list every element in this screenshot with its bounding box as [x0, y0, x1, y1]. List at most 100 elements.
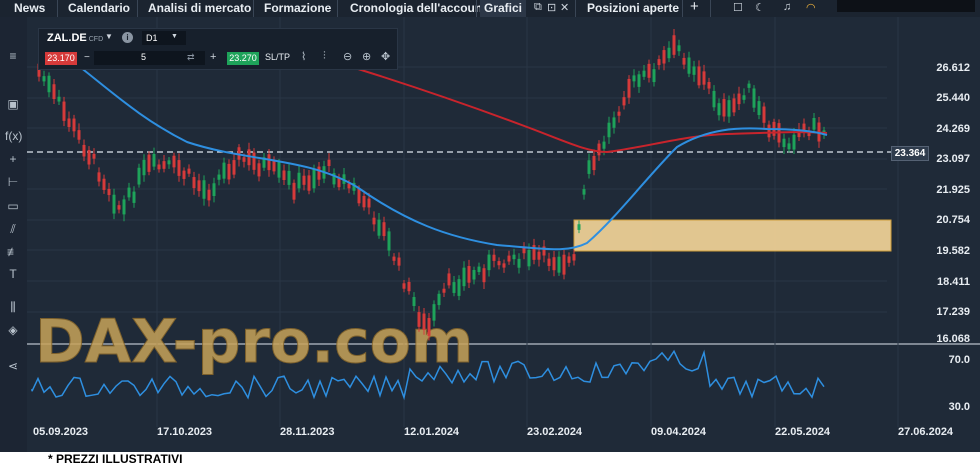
share-icon[interactable]: ⋖ [5, 359, 21, 373]
trade-toolbar: ZAL.DE CFD ▼ i D1 ▼ 23.170 − 5 ⇄ + 23.270… [38, 28, 398, 70]
candle-body [317, 166, 321, 180]
buy-button[interactable]: 23.270 [227, 52, 259, 65]
line-chart-icon[interactable]: ⌇ [301, 50, 306, 63]
tab-formazione[interactable]: Formazione [264, 1, 331, 15]
symbol-selector[interactable]: ZAL.DE CFD [47, 32, 103, 44]
detach-icon[interactable]: ⊡ [547, 1, 556, 14]
sell-button[interactable]: 23.170 [45, 52, 77, 65]
increase-quantity-button[interactable]: + [210, 51, 216, 63]
candle-body [677, 45, 681, 52]
tab-separator [57, 0, 58, 17]
tab-separator [253, 0, 254, 17]
crosshair-icon[interactable]: + [5, 152, 21, 166]
candle-body [152, 153, 156, 167]
tab-cronologia-account[interactable]: Cronologia dell'account [350, 1, 486, 15]
date-axis-label: 27.06.2024 [898, 426, 954, 438]
candle-body [137, 167, 141, 185]
text-tool-icon[interactable]: T [5, 267, 21, 281]
candle-body [742, 95, 746, 100]
rectangle-tool-icon[interactable]: ▭ [5, 199, 21, 213]
candle-body [662, 50, 666, 64]
candle-body [282, 170, 286, 180]
candle-body [127, 187, 131, 198]
close-icon[interactable]: ✕ [560, 1, 569, 14]
date-axis-label: 12.01.2024 [404, 426, 460, 438]
candle-body [732, 98, 736, 113]
candle-body [497, 261, 501, 266]
candle-body [617, 111, 621, 116]
candle-body [557, 256, 561, 273]
screen-icon[interactable]: ▣ [5, 97, 21, 111]
candle-body [192, 177, 196, 189]
price-axis-label: 23.097 [936, 153, 970, 165]
tab-analisi-di-mercato[interactable]: Analisi di mercato [148, 1, 251, 15]
candle-body [67, 118, 71, 127]
candle-body [72, 118, 76, 132]
candle-icon[interactable]: ⫶ [323, 50, 326, 63]
candle-body [507, 255, 511, 262]
tab-grafici[interactable]: Grafici [480, 0, 527, 17]
candle-body [697, 66, 701, 86]
zoom-out-icon[interactable]: ⊖ [343, 50, 352, 63]
tab-calendario[interactable]: Calendario [68, 1, 130, 15]
price-axis-label: 19.582 [936, 245, 970, 257]
candle-body [307, 175, 311, 191]
move-icon[interactable]: ✥ [381, 50, 390, 63]
reset-icon[interactable]: ⇄ [187, 52, 195, 63]
candle-body [57, 96, 61, 102]
candle-body [682, 57, 686, 65]
indicator-icon[interactable]: ⫼ [5, 300, 21, 314]
candle-body [197, 180, 201, 192]
candle-body [717, 103, 721, 116]
function-icon[interactable]: f(x) [5, 129, 22, 143]
price-axis-label: 20.754 [936, 214, 970, 226]
line-tool-icon[interactable]: ⊢ [5, 175, 21, 189]
channel-tool-icon[interactable]: ⫽ [5, 222, 21, 236]
chevron-down-icon[interactable]: ▼ [105, 32, 113, 41]
account-panel[interactable] [837, 0, 975, 12]
candle-body [222, 162, 226, 179]
candle-body [587, 160, 591, 174]
candle-body [577, 224, 581, 230]
date-axis-label: 17.10.2023 [157, 426, 213, 438]
add-tab-button[interactable]: + [690, 0, 699, 15]
tab-posizioni-aperte[interactable]: Posizioni aperte [587, 1, 679, 15]
timeframe-selector[interactable]: D1 [142, 31, 186, 45]
candle-body [672, 35, 676, 55]
fibonacci-icon[interactable]: ≢ [5, 245, 21, 259]
candle-body [157, 164, 161, 170]
window-icon[interactable]: ⧉ [534, 1, 542, 14]
candle-body [607, 122, 611, 138]
candle-body [87, 150, 91, 165]
candle-body [477, 266, 481, 273]
candle-body [142, 159, 146, 176]
layers-icon[interactable]: ◈ [5, 323, 21, 337]
tab-news[interactable]: News [14, 1, 45, 15]
candle-body [187, 168, 191, 174]
info-icon[interactable]: i [122, 32, 133, 43]
menu-icon[interactable]: ≡ [5, 49, 21, 63]
sltp-button[interactable]: SL/TP [265, 52, 290, 62]
candle-body [242, 157, 246, 162]
decrease-quantity-button[interactable]: − [84, 52, 90, 63]
zoom-in-icon[interactable]: ⊕ [362, 50, 371, 63]
candle-body [517, 258, 521, 268]
window-icon[interactable]: ☐ [733, 1, 743, 14]
candle-body [687, 57, 691, 74]
candle-body [757, 101, 761, 116]
date-axis-label: 28.11.2023 [280, 426, 335, 438]
top-navigation: News Calendario Analisi di mercato Forma… [0, 0, 980, 17]
candle-body [417, 312, 421, 327]
candle-body [212, 183, 216, 197]
chevron-down-icon[interactable]: ▼ [171, 33, 178, 40]
symbol-name: ZAL.DE [47, 32, 87, 44]
indicator-axis-label: 30.0 [948, 401, 970, 413]
candle-body [737, 93, 741, 105]
moon-icon[interactable]: ☾ [755, 1, 765, 14]
candle-body [202, 180, 206, 199]
bell-icon[interactable]: ♫ [783, 1, 791, 13]
tab-separator [682, 0, 683, 17]
chart-area[interactable]: DAX-pro.com [27, 17, 980, 452]
candle-body [707, 82, 711, 89]
price-chart[interactable]: DAX-pro.com [27, 17, 980, 452]
